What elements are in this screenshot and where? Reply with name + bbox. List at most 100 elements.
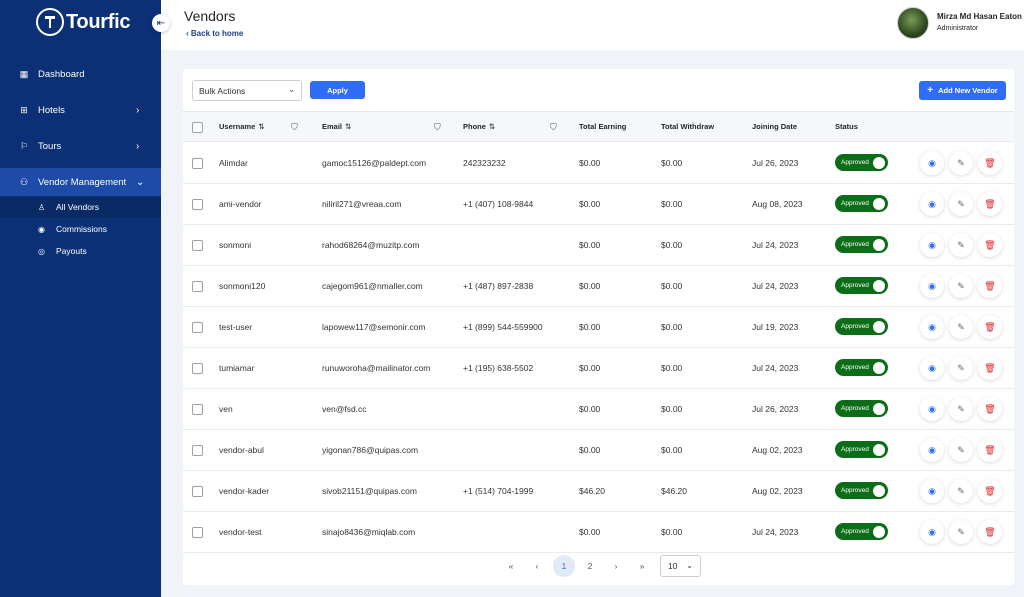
edit-button[interactable]: ✎ xyxy=(949,356,973,380)
apply-button[interactable]: Apply xyxy=(310,81,365,99)
prev-page-button[interactable]: ‹ xyxy=(526,555,548,577)
cell-total-withdraw: $0.00 xyxy=(661,363,683,373)
eye-icon: ◉ xyxy=(928,362,936,373)
view-button[interactable]: ◉ xyxy=(920,233,944,257)
sidebar-item-vendor-management[interactable]: ⚇ Vendor Management ⌄ xyxy=(0,168,161,196)
page-button[interactable]: 2 xyxy=(579,555,601,577)
sidebar-item-tours[interactable]: ⚐ Tours › xyxy=(0,132,161,160)
sort-icon[interactable]: ⇅ xyxy=(258,122,264,131)
edit-button[interactable]: ✎ xyxy=(949,438,973,462)
trash-icon: 🗑 xyxy=(984,280,996,291)
sidebar-subitem-payouts[interactable]: ◎ Payouts xyxy=(0,241,161,261)
sort-icon[interactable]: ⇅ xyxy=(345,122,351,131)
view-button[interactable]: ◉ xyxy=(920,520,944,544)
column-label: Email xyxy=(322,122,343,131)
add-new-vendor-button[interactable]: + Add New Vendor xyxy=(919,81,1006,100)
view-button[interactable]: ◉ xyxy=(920,274,944,298)
status-toggle[interactable]: Approved xyxy=(835,359,888,376)
next-page-button[interactable]: › xyxy=(605,555,627,577)
eye-icon: ◉ xyxy=(928,444,936,455)
column-email[interactable]: Email ⇅ xyxy=(322,122,351,131)
row-checkbox[interactable] xyxy=(192,240,203,251)
column-phone[interactable]: Phone ⇅ xyxy=(463,122,495,131)
delete-button[interactable]: 🗑 xyxy=(978,274,1002,298)
status-toggle[interactable]: Approved xyxy=(835,236,888,253)
collapse-left-icon[interactable]: ⇤ xyxy=(152,14,170,32)
edit-button[interactable]: ✎ xyxy=(949,397,973,421)
flag-icon: ⚐ xyxy=(19,140,29,151)
delete-button[interactable]: 🗑 xyxy=(978,520,1002,544)
sidebar-item-hotels[interactable]: ⊞ Hotels › xyxy=(0,96,161,124)
cell-username: Alimdar xyxy=(219,158,248,168)
sort-icon[interactable]: ⇅ xyxy=(489,122,495,131)
status-toggle[interactable]: Approved xyxy=(835,523,888,540)
cell-joining-date: Aug 08, 2023 xyxy=(752,199,803,209)
edit-button[interactable]: ✎ xyxy=(949,233,973,257)
status-toggle[interactable]: Approved xyxy=(835,154,888,171)
view-button[interactable]: ◉ xyxy=(920,315,944,339)
sidebar-subitem-all-vendors[interactable]: ♙ All Vendors xyxy=(0,197,161,217)
row-checkbox[interactable] xyxy=(192,363,203,374)
per-page-select[interactable]: 10 ⌄ xyxy=(660,555,701,577)
row-checkbox[interactable] xyxy=(192,445,203,456)
row-checkbox[interactable] xyxy=(192,527,203,538)
first-page-button[interactable]: « xyxy=(500,555,522,577)
view-button[interactable]: ◉ xyxy=(920,479,944,503)
view-button[interactable]: ◉ xyxy=(920,192,944,216)
edit-button[interactable]: ✎ xyxy=(949,479,973,503)
view-button[interactable]: ◉ xyxy=(920,397,944,421)
row-checkbox[interactable] xyxy=(192,404,203,415)
filter-icon[interactable]: ⛉ xyxy=(291,122,298,133)
delete-button[interactable]: 🗑 xyxy=(978,233,1002,257)
delete-button[interactable]: 🗑 xyxy=(978,315,1002,339)
delete-button[interactable]: 🗑 xyxy=(978,356,1002,380)
status-toggle[interactable]: Approved xyxy=(835,400,888,417)
column-joining-date: Joining Date xyxy=(752,122,798,131)
last-page-button[interactable]: » xyxy=(631,555,653,577)
status-toggle[interactable]: Approved xyxy=(835,195,888,212)
bulk-actions-select[interactable]: Bulk Actions ⌄ xyxy=(192,80,302,101)
vendor-icon: ⚇ xyxy=(19,176,29,187)
sidebar-subitem-commissions[interactable]: ◉ Commissions xyxy=(0,219,161,239)
edit-button[interactable]: ✎ xyxy=(949,274,973,298)
status-toggle[interactable]: Approved xyxy=(835,482,888,499)
delete-button[interactable]: 🗑 xyxy=(978,192,1002,216)
status-toggle[interactable]: Approved xyxy=(835,318,888,335)
pagination: « ‹ 1 2 › » 10 ⌄ xyxy=(183,555,1014,585)
logo[interactable]: Tourfic xyxy=(36,8,131,36)
status-label: Approved xyxy=(841,323,869,330)
delete-button[interactable]: 🗑 xyxy=(978,397,1002,421)
avatar[interactable] xyxy=(897,7,929,39)
edit-button[interactable]: ✎ xyxy=(949,315,973,339)
delete-button[interactable]: 🗑 xyxy=(978,151,1002,175)
view-button[interactable]: ◉ xyxy=(920,356,944,380)
filter-icon[interactable]: ⛉ xyxy=(434,122,441,133)
cell-total-earning: $0.00 xyxy=(579,527,601,537)
row-checkbox[interactable] xyxy=(192,281,203,292)
view-button[interactable]: ◉ xyxy=(920,151,944,175)
row-checkbox[interactable] xyxy=(192,486,203,497)
cell-joining-date: Aug 02, 2023 xyxy=(752,486,803,496)
row-checkbox[interactable] xyxy=(192,199,203,210)
edit-button[interactable]: ✎ xyxy=(949,520,973,544)
row-checkbox[interactable] xyxy=(192,322,203,333)
cell-email: cajegom961@nmaller.com xyxy=(322,281,423,291)
page-button[interactable]: 1 xyxy=(553,555,575,577)
view-button[interactable]: ◉ xyxy=(920,438,944,462)
edit-button[interactable]: ✎ xyxy=(949,151,973,175)
status-toggle[interactable]: Approved xyxy=(835,277,888,294)
edit-button[interactable]: ✎ xyxy=(949,192,973,216)
filter-icon[interactable]: ⛉ xyxy=(550,122,557,133)
user-name: Mirza Md Hasan Eaton xyxy=(937,12,1022,21)
status-toggle[interactable]: Approved xyxy=(835,441,888,458)
sidebar-item-dashboard[interactable]: ▦ Dashboard xyxy=(0,60,161,88)
chevron-down-icon: ⌄ xyxy=(686,561,693,570)
cell-username: ami-vendor xyxy=(219,199,262,209)
row-checkbox[interactable] xyxy=(192,158,203,169)
status-label: Approved xyxy=(841,200,869,207)
column-username[interactable]: Username ⇅ xyxy=(219,122,265,131)
back-to-home-link[interactable]: ‹ Back to home xyxy=(186,29,243,38)
select-all-checkbox[interactable] xyxy=(192,122,203,133)
delete-button[interactable]: 🗑 xyxy=(978,479,1002,503)
delete-button[interactable]: 🗑 xyxy=(978,438,1002,462)
